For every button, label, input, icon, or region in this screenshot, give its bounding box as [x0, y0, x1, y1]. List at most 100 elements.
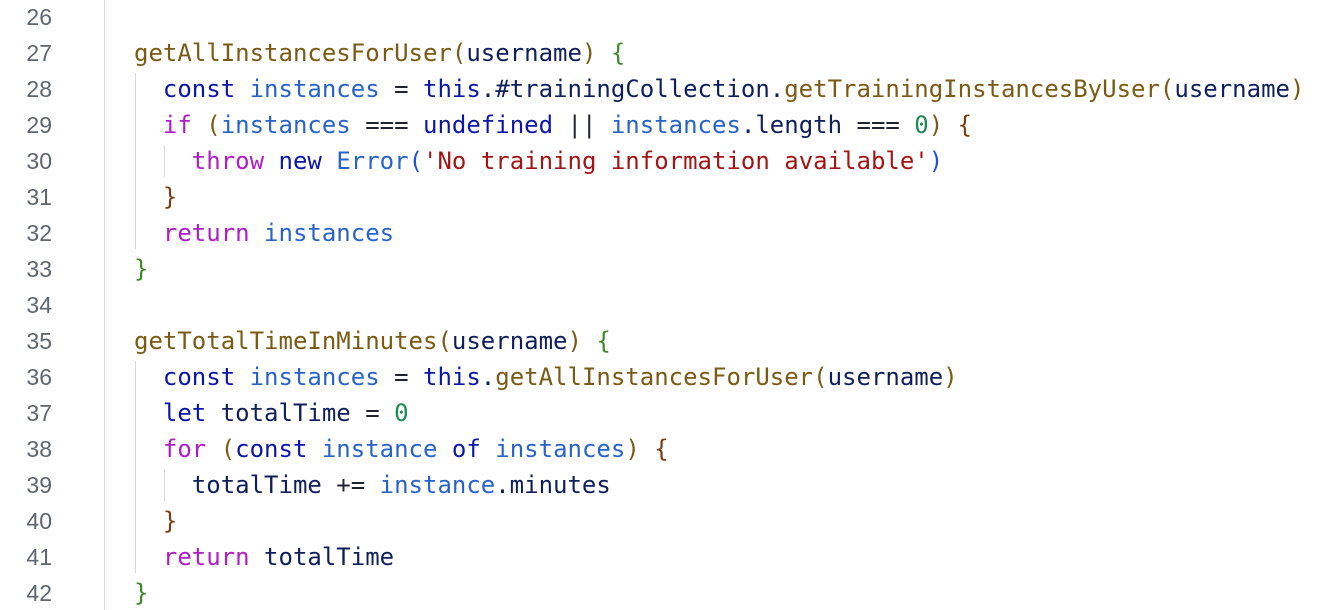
code-token: ) — [1289, 75, 1305, 103]
line-number: 30 — [26, 148, 52, 174]
code-token: username — [1174, 75, 1290, 103]
code-token: undefined — [423, 111, 554, 139]
code-line[interactable]: 31} — [0, 179, 1336, 215]
code-text: totalTime += instance.minutes — [192, 467, 611, 503]
code-token: return — [162, 543, 250, 571]
line-number: 41 — [26, 544, 52, 570]
code-token: const — [235, 435, 308, 463]
indent-guide — [163, 469, 165, 501]
code-line[interactable]: 34 — [0, 287, 1336, 323]
code-text: return totalTime — [163, 539, 394, 575]
code-text: } — [163, 503, 177, 539]
indent-guide — [135, 73, 136, 249]
code-line[interactable]: 38 for (const instance of instances) { — [0, 431, 1336, 467]
code-token: throw — [191, 147, 265, 175]
code-token: ( — [220, 435, 236, 463]
code-token: instance — [379, 471, 496, 499]
code-text: } — [134, 575, 148, 610]
code-token: ( — [437, 327, 452, 355]
line-number: 32 — [26, 220, 52, 246]
code-token: 0 — [394, 399, 409, 427]
code-line[interactable]: 39 totalTime += instance.minutes — [0, 467, 1336, 503]
code-line[interactable]: 29 if (instances === undefined || instanc… — [0, 107, 1336, 143]
code-line[interactable]: 42} — [0, 575, 1336, 610]
code-token: .minutes — [495, 471, 611, 499]
code-editor[interactable]: 26 27 getAllInstancesForUser(username) {28… — [0, 0, 1336, 610]
code-token: || — [553, 111, 611, 139]
code-token: . — [480, 363, 496, 391]
code-token: if — [162, 111, 192, 139]
code-line[interactable]: 40} — [0, 503, 1336, 539]
code-token: ( — [1159, 75, 1175, 103]
code-token: new — [278, 147, 322, 175]
code-token: === — [842, 111, 915, 139]
code-token: ( — [206, 111, 221, 139]
code-token: += — [321, 471, 380, 499]
code-token: ) — [943, 363, 958, 391]
code-token: instances — [249, 75, 380, 103]
code-token: Error — [336, 147, 409, 175]
code-line[interactable]: 26 — [0, 0, 1336, 35]
code-token: totalTime — [191, 471, 322, 499]
code-token: ( — [813, 363, 828, 391]
code-token: = — [379, 75, 423, 103]
code-token: ( — [451, 39, 467, 67]
code-line[interactable]: 28 const instances = this.#trainingCollec… — [0, 71, 1336, 107]
code-line[interactable]: 30 throw new Error('No training informati… — [0, 143, 1336, 179]
line-number: 33 — [26, 256, 52, 282]
code-text: } — [134, 251, 148, 287]
code-token: { — [654, 435, 669, 463]
code-token: } — [162, 183, 178, 211]
line-number: 39 — [26, 472, 52, 498]
code-token: .#trainingCollection. — [480, 75, 785, 103]
line-number: 31 — [26, 184, 52, 210]
code-token: { — [610, 39, 626, 67]
code-token: username — [451, 327, 568, 355]
code-text: if (instances === undefined || instances… — [163, 107, 972, 143]
code-token: getTrainingInstancesByUser — [784, 75, 1160, 103]
code-text: getAllInstancesForUser(username) { — [134, 35, 625, 71]
code-token: ) — [581, 39, 597, 67]
line-number: 28 — [26, 76, 52, 102]
code-token: const — [162, 363, 236, 391]
code-token: let — [162, 399, 207, 427]
code-token: getAllInstancesForUser — [495, 363, 814, 391]
code-line[interactable]: 37 let totalTime = 0 — [0, 395, 1336, 431]
line-number: 34 — [26, 292, 52, 318]
line-number: 26 — [26, 4, 52, 30]
code-line[interactable]: 32 return instances — [0, 215, 1336, 251]
code-token: } — [162, 507, 178, 535]
code-line[interactable]: 35 getTotalTimeInMinutes(username) { — [0, 323, 1336, 359]
code-token: = — [350, 399, 395, 427]
code-token: this — [423, 363, 481, 391]
code-token: } — [134, 579, 149, 607]
code-text: for (const instance of instances) { — [163, 431, 669, 467]
code-token: totalTime — [264, 543, 395, 571]
code-token: .length — [740, 111, 843, 139]
code-token: = — [379, 363, 423, 391]
code-token: instances — [249, 363, 380, 391]
code-token: ) — [567, 327, 582, 355]
code-line[interactable]: 27 getAllInstancesForUser(username) { — [0, 35, 1336, 71]
code-token: for — [162, 435, 207, 463]
code-token: instance — [321, 435, 438, 463]
line-number: 37 — [26, 400, 52, 426]
code-token: totalTime — [220, 399, 351, 427]
code-line[interactable]: 36 const instances = this.getAllInstances… — [0, 359, 1336, 395]
code-line[interactable]: 41 return totalTime — [0, 539, 1336, 575]
code-token: ( — [408, 147, 424, 175]
line-number: 29 — [26, 112, 52, 138]
code-line[interactable]: 33} — [0, 251, 1336, 287]
code-token: { — [957, 111, 973, 139]
